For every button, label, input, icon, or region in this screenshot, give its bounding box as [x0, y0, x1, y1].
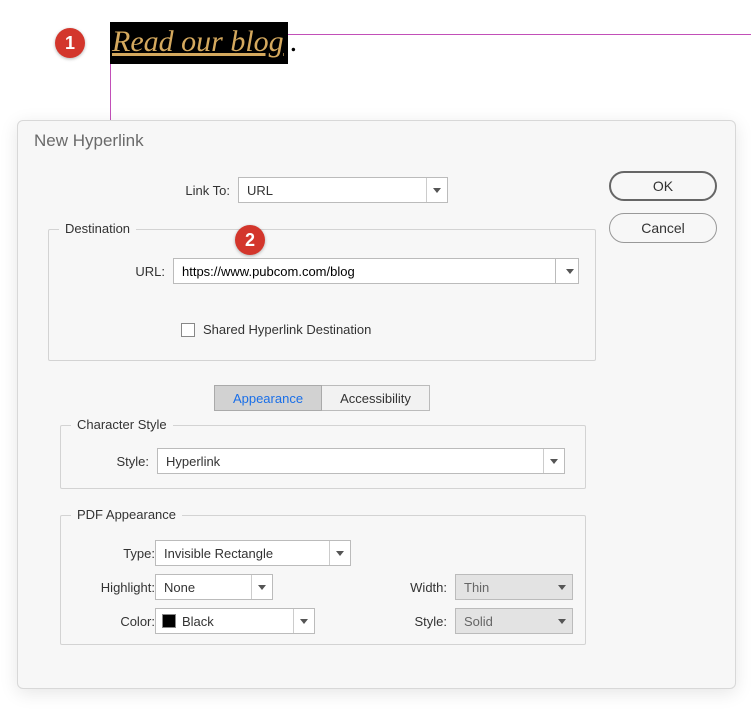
chevron-down-icon: [300, 619, 308, 624]
pdf-highlight-value: None: [164, 580, 195, 595]
chevron-down-icon: [566, 269, 574, 274]
url-row: URL:: [59, 258, 579, 284]
pdf-highlight-select[interactable]: None: [155, 574, 273, 600]
shared-destination-checkbox[interactable]: [181, 323, 195, 337]
shared-destination-label: Shared Hyperlink Destination: [203, 322, 371, 337]
shared-destination-row: Shared Hyperlink Destination: [181, 322, 371, 337]
annotation-callout-1: 1: [55, 28, 85, 58]
chevron-down-icon: [258, 585, 266, 590]
color-swatch-icon: [162, 614, 176, 628]
link-to-value: URL: [247, 183, 273, 198]
pdf-style-select[interactable]: Solid: [455, 608, 573, 634]
dialog-buttons: OK Cancel: [609, 171, 717, 255]
pdf-highlight-row: Highlight: None Width: Thin: [75, 570, 573, 604]
url-input[interactable]: [173, 258, 555, 284]
pdf-color-row: Color: Black Style: Solid: [75, 604, 573, 638]
character-style-fieldset: Character Style Style: Hyperlink: [60, 425, 586, 489]
pdf-color-label: Color:: [75, 614, 155, 629]
destination-legend: Destination: [59, 221, 136, 236]
link-to-row: Link To: URL: [38, 177, 578, 203]
character-style-value: Hyperlink: [166, 454, 220, 469]
dialog-title: New Hyperlink: [18, 121, 735, 169]
chevron-down-icon: [558, 585, 566, 590]
pdf-width-select[interactable]: Thin: [455, 574, 573, 600]
pdf-width-label: Width:: [389, 580, 447, 595]
pdf-type-select[interactable]: Invisible Rectangle: [155, 540, 351, 566]
pdf-appearance-fieldset: PDF Appearance Type: Invisible Rectangle…: [60, 515, 586, 645]
chevron-down-icon: [433, 188, 441, 193]
character-style-legend: Character Style: [71, 417, 173, 432]
chevron-down-icon: [336, 551, 344, 556]
appearance-tabs: Appearance Accessibility: [48, 385, 596, 411]
chevron-down-icon: [558, 619, 566, 624]
style-label: Style:: [75, 454, 149, 469]
pdf-width-value: Thin: [464, 580, 489, 595]
pdf-color-select[interactable]: Black: [155, 608, 315, 634]
document-preview: Read our blog . 1: [0, 0, 751, 120]
cancel-button[interactable]: Cancel: [609, 213, 717, 243]
tab-appearance[interactable]: Appearance: [214, 385, 322, 411]
chevron-down-icon: [550, 459, 558, 464]
link-to-select[interactable]: URL: [238, 177, 448, 203]
pdf-style-value: Solid: [464, 614, 493, 629]
pdf-appearance-legend: PDF Appearance: [71, 507, 182, 522]
style-row: Style: Hyperlink: [75, 448, 565, 474]
trailing-period: .: [290, 25, 298, 59]
selected-text-block[interactable]: Read our blog .: [110, 22, 297, 64]
pdf-type-row: Type: Invisible Rectangle: [75, 536, 573, 570]
url-dropdown-button[interactable]: [555, 258, 579, 284]
tab-accessibility[interactable]: Accessibility: [322, 385, 430, 411]
annotation-callout-2: 2: [235, 225, 265, 255]
destination-fieldset: Destination URL: Shared Hyperlink Destin…: [48, 229, 596, 361]
pdf-highlight-label: Highlight:: [75, 580, 155, 595]
url-field: [173, 258, 579, 284]
ok-button[interactable]: OK: [609, 171, 717, 201]
pdf-type-label: Type:: [75, 546, 155, 561]
pdf-color-value: Black: [182, 614, 214, 629]
link-to-label: Link To:: [38, 183, 230, 198]
pdf-type-value: Invisible Rectangle: [164, 546, 273, 561]
hyperlink-selected-text[interactable]: Read our blog: [110, 22, 288, 64]
url-label: URL:: [59, 264, 165, 279]
new-hyperlink-dialog: New Hyperlink OK Cancel Link To: URL Des…: [17, 120, 736, 689]
character-style-select[interactable]: Hyperlink: [157, 448, 565, 474]
pdf-style-label: Style:: [389, 614, 447, 629]
